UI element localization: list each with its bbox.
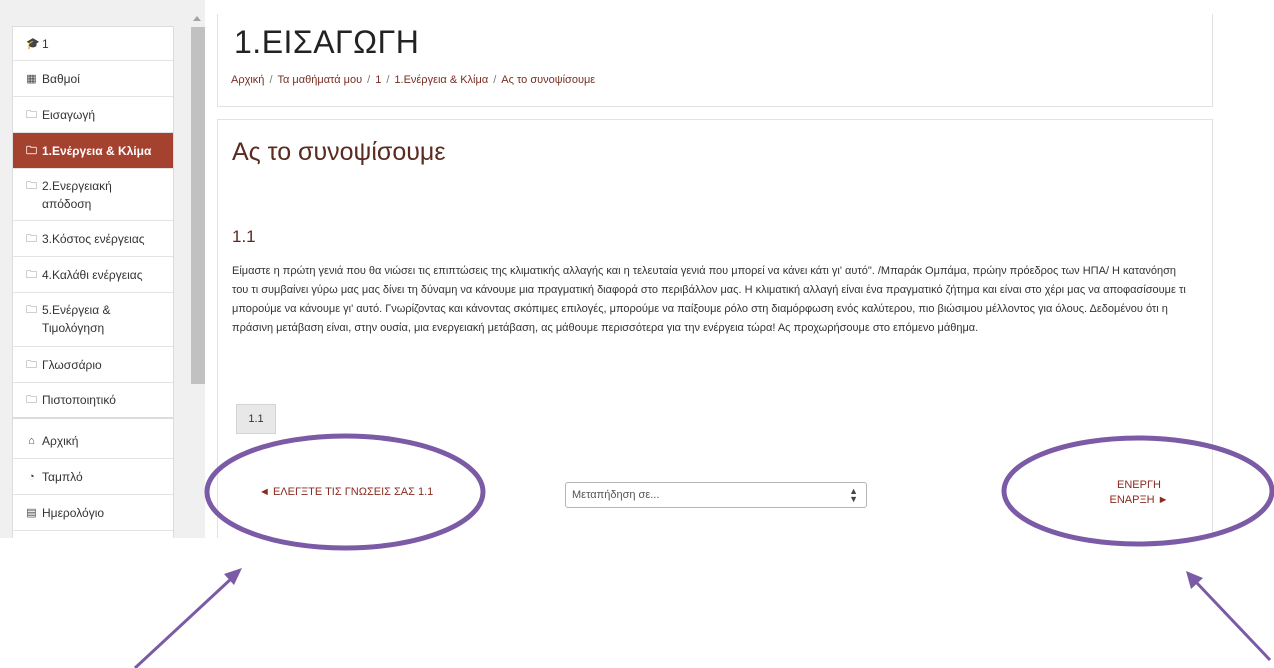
- lesson-page-button[interactable]: 1.1: [236, 404, 276, 434]
- sidebar-item-energy-efficiency[interactable]: 🗀 2.Ενεργειακή απόδοση: [13, 169, 173, 221]
- sidebar-item-label: Γλωσσάριο: [42, 357, 102, 372]
- sidebar-item-energy-pricing[interactable]: 🗀 5.Ενέργεια & Τιμολόγηση: [13, 293, 173, 347]
- breadcrumb-separator: /: [386, 74, 390, 86]
- lesson-content: Ας το συνοψίσουμε 1.1 Είμαστε η πρώτη γε…: [217, 119, 1213, 538]
- page-header: 1.ΕΙΣΑΓΩΓΗ Αρχική / Τα μαθήματά μου / 1 / 1.Εν…: [217, 14, 1213, 107]
- folder-icon: 🗀: [26, 394, 37, 406]
- folder-icon: 🗀: [26, 268, 37, 281]
- folder-icon: 🗀: [26, 358, 37, 371]
- graduation-cap-icon: 🎓: [26, 37, 40, 50]
- sidebar-item-label: Πιστοποιητικό: [42, 393, 116, 407]
- calendar-icon: ▤: [26, 506, 37, 519]
- sidebar-scrollbar-thumb[interactable]: [191, 27, 205, 384]
- sidebar-item-grades[interactable]: ▦ Βαθμοί: [13, 61, 173, 97]
- folder-icon: 🗀: [26, 108, 37, 121]
- site-nav: ⌂ Αρχική ◔ Ταμπλό ▤ Ημερολόγιο: [12, 418, 174, 538]
- sidebar-item-label: Ημερολόγιο: [42, 505, 105, 520]
- folder-icon: 🗀: [26, 180, 37, 192]
- next-activity-label: ΕΝΑΡΞΗ ►: [1109, 494, 1169, 506]
- breadcrumb-section[interactable]: 1.Ενέργεια & Κλίμα: [394, 74, 488, 86]
- sidebar-item-energy-climate[interactable]: 🗀 1.Ενέργεια & Κλίμα: [13, 133, 173, 169]
- sidebar-item-energy-basket[interactable]: 🗀 4.Καλάθι ενέργειας: [13, 257, 173, 293]
- scroll-up-arrow-icon[interactable]: [193, 16, 201, 21]
- course-title: 1.ΕΙΣΑΓΩΓΗ: [234, 24, 420, 60]
- home-icon: ⌂: [28, 434, 35, 447]
- folder-icon: 🗀: [26, 304, 37, 316]
- sidebar-item-course[interactable]: 🎓 1: [13, 27, 173, 61]
- sidebar-item-calendar[interactable]: ▤ Ημερολόγιο: [13, 495, 173, 531]
- breadcrumb: Αρχική / Τα μαθήματά μου / 1 / 1.Ενέργεια & Κλ…: [231, 74, 595, 86]
- lesson-body-text: Είμαστε η πρώτη γενιά που θα νιώσει τις …: [232, 265, 1186, 334]
- sidebar-drawer: 🎓 1 ▦ Βαθμοί 🗀 Εισαγωγή 🗀 1.Ενέργεια & Κ…: [0, 0, 205, 538]
- grid-table-icon: ▦: [26, 72, 37, 85]
- breadcrumb-current[interactable]: Ας το συνοψίσουμε: [501, 74, 595, 86]
- breadcrumb-my-courses[interactable]: Τα μαθήματά μου: [278, 74, 363, 86]
- dashboard-icon: ◔: [28, 470, 35, 483]
- sidebar-item-label: 4.Καλάθι ενέργειας: [42, 267, 143, 282]
- next-activity-label: ΕΝΕΡΓΗ: [1117, 479, 1161, 491]
- previous-activity-link[interactable]: ◄ ΕΛΕΓΞΤΕ ΤΙΣ ΓΝΩΣΕΙΣ ΣΑΣ 1.1: [259, 486, 433, 498]
- sidebar-item-energy-cost[interactable]: 🗀 3.Κόστος ενέργειας: [13, 221, 173, 257]
- page-title: Ας το συνοψίσουμε: [232, 138, 446, 166]
- sidebar-item-label: Εισαγωγή: [42, 107, 96, 122]
- sidebar-item-label: 1.Ενέργεια & Κλίμα: [42, 143, 152, 158]
- jump-to-value: Μεταπήδηση σε...: [572, 489, 660, 501]
- sidebar-item-glossary[interactable]: 🗀 Γλωσσάριο: [13, 347, 173, 383]
- folder-icon: 🗀: [26, 144, 37, 157]
- sidebar-item-label: 1: [42, 36, 49, 51]
- breadcrumb-separator: /: [367, 74, 371, 86]
- select-updown-icon: ▲ ▼: [849, 486, 858, 504]
- sidebar-item-label: Αρχική: [42, 433, 79, 448]
- sidebar-item-introduction[interactable]: 🗀 Εισαγωγή: [13, 97, 173, 133]
- sidebar-item-home[interactable]: ⌂ Αρχική: [13, 423, 173, 459]
- section-heading: 1.1: [232, 227, 256, 246]
- sidebar-item-dashboard[interactable]: ◔ Ταμπλό: [13, 459, 173, 495]
- jump-to-select[interactable]: Μεταπήδηση σε... ▲ ▼: [565, 482, 867, 508]
- annotation-arrow-right: [1186, 571, 1272, 662]
- annotation-arrow-left: [133, 568, 242, 668]
- sidebar-item-certificate[interactable]: 🗀 Πιστοποιητικό: [13, 383, 173, 417]
- breadcrumb-course[interactable]: 1: [375, 74, 381, 86]
- sidebar-item-label: Τιμολόγηση: [42, 321, 105, 335]
- breadcrumb-home[interactable]: Αρχική: [231, 74, 264, 86]
- sidebar-item-label: 5.Ενέργεια &: [42, 303, 111, 317]
- next-activity-link[interactable]: ΕΝΕΡΓΗ ΕΝΑΡΞΗ ►: [1104, 478, 1174, 508]
- sidebar-item-label: 3.Κόστος ενέργειας: [42, 231, 145, 246]
- sidebar-item-label: 2.Ενεργειακή: [42, 179, 112, 193]
- course-nav: 🎓 1 ▦ Βαθμοί 🗀 Εισαγωγή 🗀 1.Ενέργεια & Κ…: [12, 26, 174, 418]
- breadcrumb-separator: /: [493, 74, 497, 86]
- sidebar-item-label: απόδοση: [42, 197, 92, 211]
- folder-icon: 🗀: [26, 232, 37, 245]
- sidebar-item-label: Βαθμοί: [42, 71, 80, 86]
- breadcrumb-separator: /: [269, 74, 273, 86]
- sidebar-item-label: Ταμπλό: [42, 469, 83, 484]
